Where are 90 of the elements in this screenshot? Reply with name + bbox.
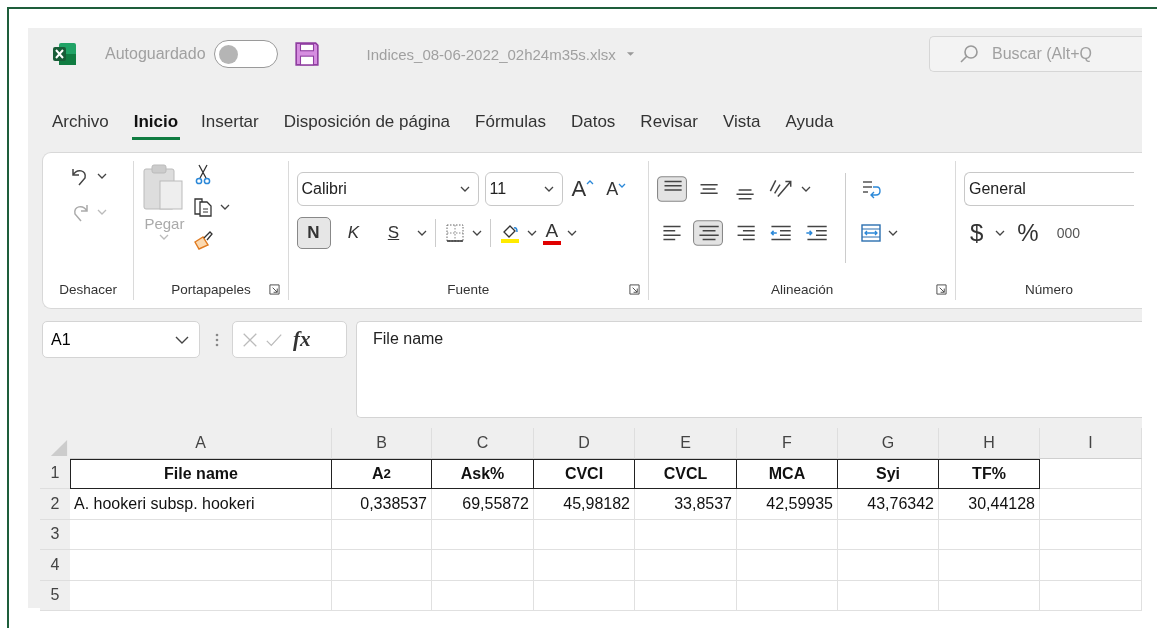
copy-icon[interactable] — [192, 196, 215, 218]
font-size-dropdown[interactable]: 11 — [484, 172, 563, 206]
table-cell: Ask% — [432, 458, 534, 489]
table-cell: CVCI — [534, 458, 635, 489]
group-label: Número — [1025, 281, 1073, 297]
search-field[interactable]: Buscar (Alt+Q — [929, 36, 1142, 72]
merge-cells-icon[interactable] — [860, 222, 883, 244]
ribbon-tab[interactable]: Archivo — [40, 110, 121, 140]
table-cell: TF% — [939, 458, 1040, 489]
table-cell: CVCL — [635, 458, 737, 489]
column-header[interactable]: E — [635, 428, 737, 459]
currency-button[interactable]: $ — [964, 219, 990, 247]
table-cell: 30,44128 — [939, 489, 1040, 520]
grow-font-button[interactable]: A — [568, 176, 598, 202]
percent-button[interactable]: % — [1011, 219, 1045, 247]
corner-arrow-icon[interactable] — [936, 284, 947, 295]
caret-icon — [175, 335, 189, 344]
autosave-toggle[interactable] — [213, 40, 278, 68]
ribbon-tab[interactable]: Ayuda — [773, 110, 846, 140]
group-label: Alineación — [770, 281, 834, 297]
column-header[interactable]: F — [737, 428, 838, 459]
caret-icon[interactable] — [220, 204, 231, 210]
formula-field[interactable]: File name — [356, 321, 1142, 418]
font-style-button[interactable]: S — [376, 217, 411, 249]
ribbon-tab[interactable]: Disposición de página — [271, 110, 463, 140]
ribbon-tab[interactable]: Datos — [558, 110, 628, 140]
font-name-dropdown[interactable]: Calibri — [296, 172, 479, 206]
group-label: Portapapeles — [171, 281, 251, 297]
table-cell: 45,98182 — [534, 489, 635, 520]
caret-icon[interactable] — [97, 173, 108, 179]
row-header[interactable]: 2 — [40, 489, 70, 520]
font-style-button[interactable]: K — [336, 217, 371, 249]
spreadsheet-app-icon[interactable] — [52, 41, 78, 67]
font-style-button[interactable]: N — [296, 217, 331, 249]
table-cell: MCA — [737, 458, 838, 489]
table-cell: A. hookeri subsp. hookeri — [70, 489, 332, 520]
caret-icon — [618, 182, 627, 188]
ribbon-tab[interactable]: Insertar — [189, 110, 271, 140]
column-header[interactable]: B — [332, 428, 432, 459]
caret-icon — [543, 186, 554, 192]
drag-handle-icon[interactable] — [215, 332, 219, 348]
align-icon[interactable] — [693, 220, 724, 246]
ribbon-tab[interactable]: Vista — [711, 110, 773, 140]
corner-arrow-icon[interactable] — [268, 284, 280, 295]
table-cell: 33,8537 — [635, 489, 737, 520]
column-header[interactable]: H — [939, 428, 1040, 459]
borders-icon[interactable] — [443, 222, 466, 244]
shrink-font-button[interactable]: A — [603, 178, 630, 200]
caret-up-icon — [586, 180, 595, 185]
ribbon-tab[interactable]: Revisar — [628, 110, 710, 140]
table-cell: 43,76342 — [838, 489, 939, 520]
align-icon[interactable] — [657, 176, 688, 202]
ribbon-tab[interactable]: Inicio — [131, 110, 181, 140]
column-header[interactable]: C — [432, 428, 534, 459]
ribbon-tab[interactable]: Fórmulas — [463, 110, 558, 140]
insert-function-button[interactable]: fx — [289, 327, 311, 352]
table-cell: Syi — [838, 458, 939, 489]
column-header[interactable]: D — [534, 428, 635, 459]
font-color-button[interactable]: A — [542, 221, 562, 245]
corner-arrow-icon[interactable] — [629, 284, 641, 295]
caret-icon[interactable] — [801, 186, 812, 192]
caret-icon[interactable] — [526, 230, 537, 236]
column-header[interactable]: G — [838, 428, 939, 459]
caret-icon[interactable] — [471, 230, 482, 236]
table-cell: 0,338537 — [332, 489, 432, 520]
caret-icon — [159, 234, 170, 240]
caret-icon[interactable] — [888, 230, 899, 236]
group-label: Deshacer — [59, 281, 118, 297]
caret-icon[interactable] — [416, 230, 427, 236]
table-cell: 42,59935 — [737, 489, 838, 520]
thousands-button[interactable]: 000 — [1050, 225, 1087, 241]
column-header[interactable]: I — [1040, 428, 1142, 459]
table-cell: File name — [70, 458, 332, 489]
save-icon[interactable] — [293, 41, 320, 67]
caret-icon[interactable] — [995, 230, 1006, 236]
column-header[interactable]: A — [70, 428, 332, 459]
row-header[interactable]: 5 — [40, 580, 70, 611]
caret-icon — [459, 186, 470, 192]
group-label: Fuente — [447, 281, 490, 297]
number-format-dropdown[interactable]: General — [964, 172, 1134, 206]
caret-icon[interactable] — [567, 230, 578, 236]
wrap-text-icon[interactable] — [860, 178, 883, 200]
row-header[interactable]: 3 — [40, 519, 70, 550]
row-header[interactable]: 4 — [40, 550, 70, 581]
table-cell: 69,55872 — [432, 489, 534, 520]
paintbrush-icon[interactable] — [192, 229, 215, 251]
row-header[interactable]: 1 — [40, 458, 70, 489]
autosave-label: Autoguardado — [105, 45, 206, 63]
name-box[interactable]: A1 — [42, 321, 200, 358]
dropdown-triangle-icon — [625, 51, 635, 57]
